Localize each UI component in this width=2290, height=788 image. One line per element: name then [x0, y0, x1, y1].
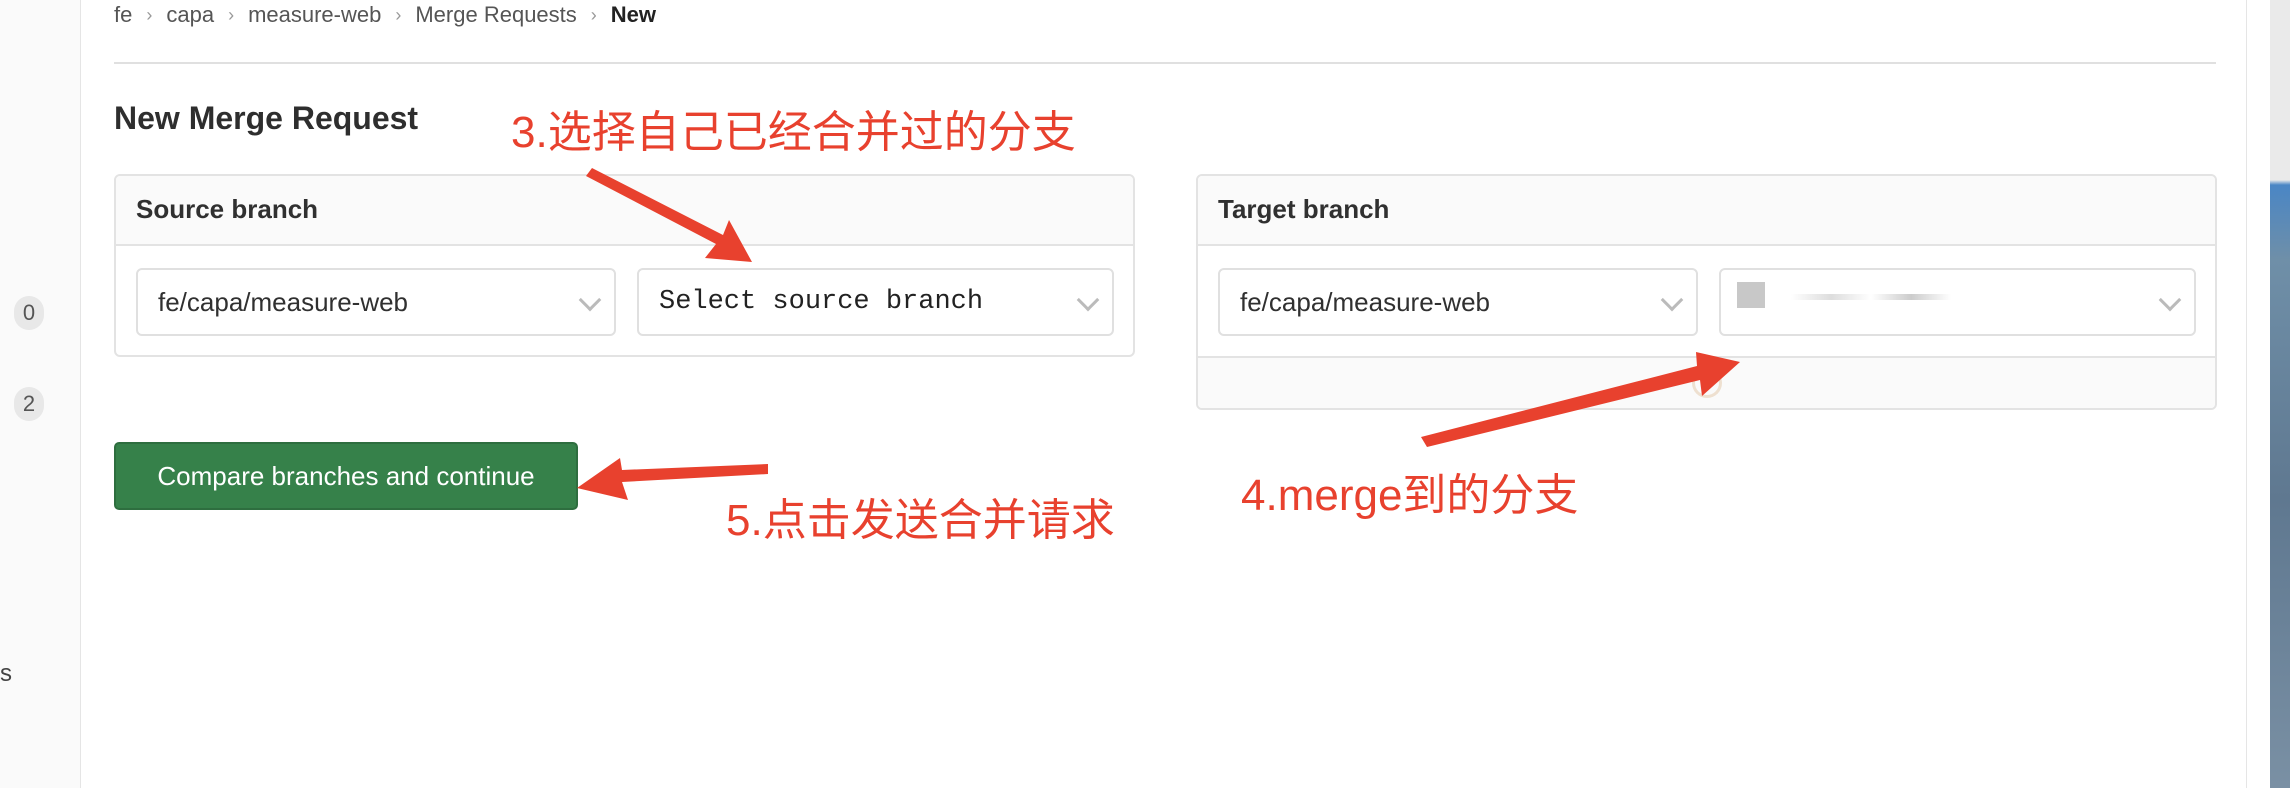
sidebar-item-label-partial[interactable]: s — [0, 660, 12, 688]
breadcrumb-capa[interactable]: capa — [166, 2, 214, 28]
chevron-right-icon: › — [228, 4, 235, 25]
chevron-down-icon — [2158, 288, 2182, 312]
chevron-right-icon: › — [395, 4, 402, 25]
blurred-branch-name — [1791, 294, 1951, 300]
source-project-value: fe/capa/measure-web — [158, 286, 409, 317]
count-badge: 2 — [14, 387, 44, 421]
breadcrumb: fe › capa › measure-web › Merge Requests › N… — [114, 2, 656, 28]
annotation-step5: 5.点击发送合并请求 — [726, 496, 1115, 545]
source-branch-card: Source branch fe/capa/measure-web Select… — [114, 174, 1135, 357]
breadcrumb-measure-web[interactable]: measure-web — [248, 2, 381, 28]
sidebar: 0 2 s — [0, 0, 81, 788]
count-badge: 0 — [14, 296, 44, 330]
source-project-select[interactable]: fe/capa/measure-web — [136, 268, 616, 336]
blurred-branch-name — [1737, 282, 1765, 308]
breadcrumb-current: New — [610, 2, 657, 27]
target-branch-header: Target branch — [1198, 176, 2215, 246]
target-branch-select[interactable] — [1719, 268, 2196, 336]
target-project-value: fe/capa/measure-web — [1240, 286, 1491, 317]
compare-branches-button[interactable]: Compare branches and continue — [114, 442, 578, 510]
chevron-down-icon — [1076, 288, 1100, 312]
target-branch-card: Target branch fe/capa/measure-web — [1196, 174, 2217, 410]
breadcrumb-fe[interactable]: fe — [114, 2, 132, 28]
chevron-down-icon — [1660, 288, 1684, 312]
chevron-right-icon: › — [590, 4, 597, 25]
right-panel-edge — [2246, 0, 2270, 788]
annotation-step3: 3.选择自己已经合并过的分支 — [511, 108, 1076, 157]
chevron-right-icon: › — [146, 4, 153, 25]
page-title: New Merge Request — [114, 100, 419, 136]
chevron-down-icon — [578, 288, 602, 312]
loading-spinner-icon — [1691, 368, 1722, 398]
desktop-background — [2270, 0, 2290, 788]
annotation-step4: 4.merge到的分支 — [1241, 471, 1579, 520]
target-project-select[interactable]: fe/capa/measure-web — [1218, 268, 1698, 336]
breadcrumb-merge-requests[interactable]: Merge Requests — [415, 2, 576, 28]
source-branch-placeholder: Select source branch — [659, 287, 984, 317]
source-branch-header: Source branch — [116, 176, 1133, 246]
target-branch-footer — [1198, 356, 2215, 408]
divider — [114, 62, 2216, 64]
source-branch-select[interactable]: Select source branch — [637, 268, 1114, 336]
